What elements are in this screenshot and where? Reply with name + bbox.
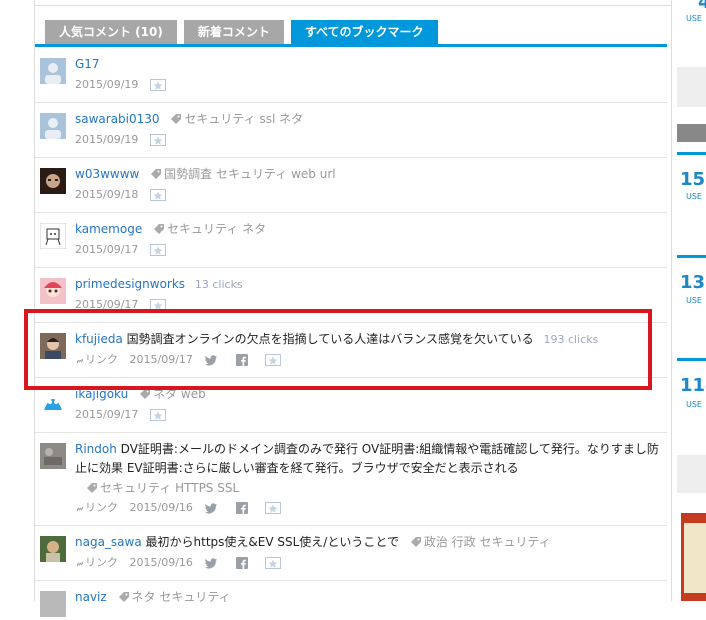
tag-list[interactable]: セキュリティ ネタ <box>167 222 266 236</box>
user-avatar[interactable] <box>40 58 66 84</box>
users-label: USE <box>686 400 702 409</box>
tag-list[interactable]: 国勢調査 セキュリティ web url <box>164 167 335 181</box>
star-add-icon[interactable] <box>149 134 166 146</box>
bookmark-date: 2015/09/19 <box>75 133 139 146</box>
list-item: Rindoh DV証明書:メールのドメイン調査のみで発行 OV証明書:組織情報や… <box>35 432 667 526</box>
username-link[interactable]: Rindoh <box>75 442 117 456</box>
tag-list[interactable]: ネタ セキュリティ <box>132 590 231 604</box>
username-link[interactable]: kamemoge <box>75 222 142 236</box>
users-label: USE <box>686 14 702 23</box>
user-avatar[interactable] <box>40 278 66 304</box>
link-label[interactable]: リンク <box>85 501 118 514</box>
tag-icon <box>154 224 165 234</box>
ad-image[interactable] <box>681 513 706 601</box>
twitter-icon[interactable] <box>204 557 218 569</box>
accent-bar <box>677 152 706 155</box>
user-avatar[interactable] <box>40 536 66 562</box>
top-divider <box>35 0 671 6</box>
bookmark-date: 2015/09/16 <box>129 501 193 514</box>
user-avatar[interactable] <box>40 591 66 617</box>
star-add-icon[interactable] <box>265 502 282 514</box>
bookmark-date: 2015/09/18 <box>75 188 139 201</box>
username-link[interactable]: sawarabi0130 <box>75 112 160 126</box>
tag-icon <box>151 169 162 179</box>
user-avatar[interactable] <box>40 443 66 469</box>
tag-icon <box>140 389 151 399</box>
user-count[interactable]: 4 <box>698 0 706 13</box>
bookmark-comment: DV証明書:メールのドメイン調査のみで発行 OV証明書:組織情報や電話確認して発… <box>75 442 659 475</box>
users-label: USE <box>686 296 702 305</box>
link-icon <box>77 561 83 567</box>
section-header <box>677 124 706 142</box>
related-thumbnail[interactable] <box>677 455 706 493</box>
username-link[interactable]: naga_sawa <box>75 535 142 549</box>
user-avatar[interactable] <box>40 223 66 249</box>
bookmark-date: 2015/09/17 <box>75 408 139 421</box>
bookmark-list-panel: 人気コメント (10) 新着コメント すべてのブックマーク G17 2015/0… <box>34 0 672 617</box>
username-link[interactable]: G17 <box>75 57 100 71</box>
facebook-icon[interactable] <box>235 502 248 514</box>
link-label[interactable]: リンク <box>85 556 118 569</box>
user-avatar[interactable] <box>40 388 66 414</box>
tag-icon <box>410 537 421 547</box>
tag-list[interactable]: 政治 行政 セキュリティ <box>424 535 551 549</box>
list-item: kamemoge セキュリティ ネタ 2015/09/17 <box>35 212 667 268</box>
user-avatar[interactable] <box>40 113 66 139</box>
user-count[interactable]: 114 <box>680 376 706 396</box>
bookmark-date: 2015/09/16 <box>129 556 193 569</box>
related-entries-sidebar: 4 USE 158 USE 137 USE 114 USE <box>677 0 706 601</box>
list-item: sawarabi0130 セキュリティ ssl ネタ 2015/09/19 <box>35 102 667 158</box>
user-count[interactable]: 158 <box>680 170 706 190</box>
users-label: USE <box>686 192 702 201</box>
username-link[interactable]: w03wwww <box>75 167 139 181</box>
username-link[interactable]: naviz <box>75 590 107 604</box>
list-item: naviz ネタ セキュリティ <box>35 580 667 620</box>
bookmark-date: 2015/09/17 <box>75 243 139 256</box>
tab-popular-comments[interactable]: 人気コメント (10) <box>45 20 177 44</box>
username-link[interactable]: primedesignworks <box>75 277 185 291</box>
tab-all-bookmarks[interactable]: すべてのブックマーク <box>290 20 438 44</box>
tab-new-comments[interactable]: 新着コメント <box>183 20 284 44</box>
list-item: G17 2015/09/19 <box>35 47 667 103</box>
bookmark-date: 2015/09/19 <box>75 78 139 91</box>
tag-list[interactable]: セキュリティ HTTPS SSL <box>100 481 239 495</box>
list-item: naga_sawa 最初からhttps使え&EV SSL使え/ということで 政治… <box>35 525 667 581</box>
list-item: w03wwww 国勢調査 セキュリティ web url 2015/09/18 <box>35 157 667 213</box>
tag-icon <box>171 114 182 124</box>
user-count[interactable]: 137 <box>680 273 706 293</box>
tag-list[interactable]: セキュリティ ssl ネタ <box>184 112 303 126</box>
click-count[interactable]: 13 clicks <box>195 278 243 291</box>
accent-bar <box>677 255 706 258</box>
highlight-box <box>24 309 652 390</box>
user-avatar[interactable] <box>40 168 66 194</box>
bookmark-comment: 最初からhttps使え&EV SSL使え/ということで <box>145 535 399 549</box>
facebook-icon[interactable] <box>235 557 248 569</box>
star-add-icon[interactable] <box>149 244 166 256</box>
star-add-icon[interactable] <box>265 557 282 569</box>
tag-icon <box>87 483 97 493</box>
star-add-icon[interactable] <box>149 409 166 421</box>
related-thumbnail[interactable] <box>677 67 706 107</box>
comment-tabs: 人気コメント (10) 新着コメント すべてのブックマーク <box>45 20 438 44</box>
twitter-icon[interactable] <box>204 502 218 514</box>
star-add-icon[interactable] <box>149 79 166 91</box>
accent-bar <box>677 358 706 361</box>
star-add-icon[interactable] <box>149 189 166 201</box>
link-icon <box>77 506 83 512</box>
